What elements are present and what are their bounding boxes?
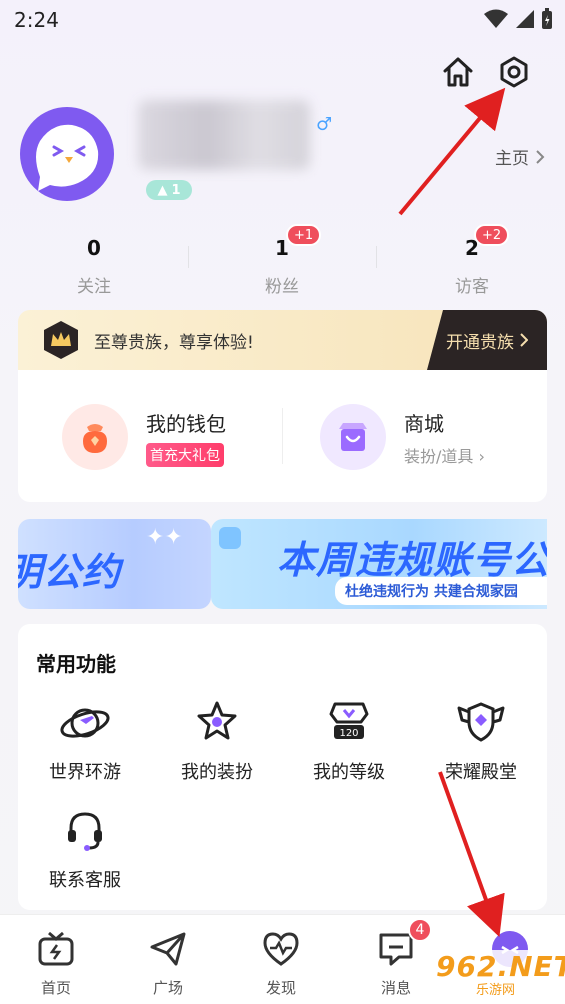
stat-fans[interactable]: 1 粉丝: [222, 236, 342, 297]
open-vip-label: 开通贵族: [446, 332, 514, 353]
vip-banner[interactable]: 至尊贵族，尊享体验! 开通贵族: [18, 310, 547, 370]
male-icon: ♂: [316, 114, 333, 135]
nav-label: 消息: [380, 979, 411, 997]
divider: [282, 408, 283, 464]
nav-label: 广场: [152, 979, 183, 997]
tag-icon: [219, 527, 241, 549]
crown-icon: [44, 321, 78, 359]
home-button[interactable]: [438, 52, 478, 92]
battery-icon: [542, 8, 552, 29]
message-count-badge: 4: [408, 918, 432, 942]
nav-square[interactable]: 广场: [128, 929, 208, 998]
shop-title: 商城: [404, 411, 444, 436]
shop-subtitle: 装扮/道具 ›: [404, 446, 485, 466]
shop-icon: [320, 404, 386, 470]
planet-plane-icon: [57, 694, 113, 750]
watermark-sub: 乐游网: [476, 983, 516, 998]
stat-value: 1: [275, 236, 289, 260]
arrow-to-settings: [398, 87, 506, 216]
avatar[interactable]: [20, 107, 114, 201]
fans-new-badge: +1: [286, 224, 322, 246]
features-title: 常用功能: [36, 652, 116, 676]
level-badge: ▲ 1: [146, 180, 192, 200]
nav-label: 首页: [40, 979, 71, 997]
banner-right-text: 本周违规账号公: [277, 538, 547, 582]
shield-wings-icon: [453, 694, 509, 750]
stat-label: 粉丝: [265, 277, 299, 297]
sparkle-icon: ✦✦: [146, 525, 183, 550]
wallet-title: 我的钱包: [146, 411, 226, 436]
divider: [188, 246, 189, 268]
star-outfit-icon: [189, 694, 245, 750]
feature-hall-of-honor[interactable]: 荣耀殿堂: [426, 694, 536, 784]
feature-my-outfit[interactable]: 我的装扮: [162, 694, 272, 784]
first-charge-tag: 首充大礼包: [146, 442, 224, 467]
homepage-label: 主页: [495, 149, 529, 169]
status-icons: [483, 8, 553, 30]
nav-discover[interactable]: 发现: [241, 929, 321, 998]
stat-value: 0: [87, 236, 101, 260]
homepage-link[interactable]: 主页: [495, 144, 545, 169]
level-value: 1: [171, 182, 181, 198]
feature-label: 世界环游: [49, 762, 121, 783]
feature-world-tour[interactable]: 世界环游: [30, 694, 140, 784]
banner-right-sub: 杜绝违规行为 共建合规家园: [335, 577, 547, 605]
open-vip-button[interactable]: 开通贵族: [427, 310, 547, 370]
stat-visitors[interactable]: 2 访客: [412, 236, 532, 297]
wallet-icon: [62, 404, 128, 470]
feature-label: 联系客服: [49, 870, 121, 891]
settings-button[interactable]: [494, 52, 534, 92]
feature-label: 荣耀殿堂: [445, 762, 517, 783]
common-features-card: 常用功能 世界环游 我的装扮 120 我的等级 荣耀殿堂 联系客服: [18, 624, 547, 910]
status-time: 2:24: [14, 8, 59, 32]
banner-convention[interactable]: 明公约 ✦✦: [18, 519, 211, 609]
stat-label: 访客: [455, 277, 489, 297]
tv-icon: [36, 929, 76, 969]
stat-following[interactable]: 0 关注: [34, 236, 154, 297]
shop-entry[interactable]: 商城 装扮/道具 ›: [320, 404, 485, 470]
username-blurred: [138, 100, 310, 170]
chevron-right-icon: [520, 333, 528, 347]
headset-icon: [57, 802, 113, 858]
ghost-avatar-icon: [36, 124, 99, 191]
heart-pulse-icon: [261, 929, 301, 969]
stat-label: 关注: [77, 277, 111, 297]
paper-plane-icon: [148, 929, 188, 969]
chevron-right-icon: [536, 149, 545, 164]
nav-home[interactable]: 首页: [16, 929, 96, 998]
settings-icon: [500, 56, 528, 88]
banner-left-text: 明公约: [18, 550, 122, 594]
nav-label: 发现: [265, 979, 296, 997]
triangle-icon: ▲: [157, 182, 168, 198]
signal-icon: [516, 10, 534, 28]
chevron-right-icon: ›: [478, 446, 485, 466]
vip-text: 至尊贵族，尊享体验!: [94, 333, 254, 353]
feature-label: 我的装扮: [181, 762, 253, 783]
level-badge-icon: 120: [321, 694, 377, 750]
wallet-shop-card: 我的钱包 首充大礼包 商城 装扮/道具 ›: [18, 370, 547, 502]
visitors-new-badge: +2: [474, 224, 510, 246]
divider: [376, 246, 377, 268]
wallet-entry[interactable]: 我的钱包 首充大礼包: [62, 404, 226, 470]
svg-text:120: 120: [339, 728, 358, 739]
home-icon: [443, 57, 473, 87]
feature-customer-service[interactable]: 联系客服: [30, 802, 140, 892]
wifi-icon: [484, 9, 508, 28]
banner-violations[interactable]: 本周违规账号公 杜绝违规行为 共建合规家园: [211, 519, 547, 609]
feature-my-level[interactable]: 120 我的等级: [294, 694, 404, 784]
feature-label: 我的等级: [313, 762, 385, 783]
stat-value: 2: [465, 236, 479, 260]
